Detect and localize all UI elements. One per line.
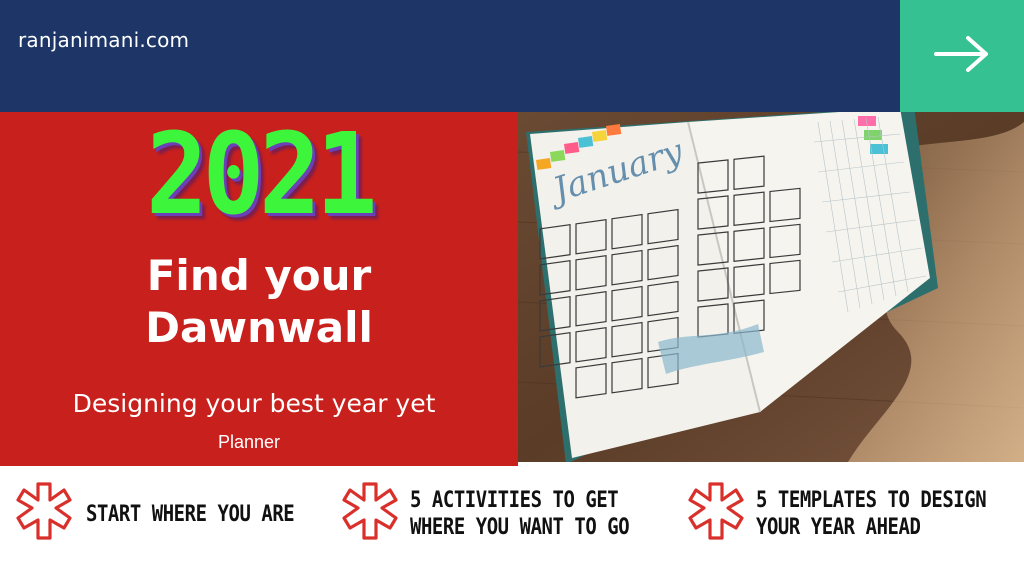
feature-text: 5 ACTIVITIES TO GET WHERE YOU WANT TO GO — [410, 487, 665, 541]
hero-year: 2021 — [145, 110, 378, 240]
feature-line1: 5 TEMPLATES TO DESIGN — [756, 488, 987, 513]
journal-photo: January — [518, 112, 1024, 462]
feature-item[interactable]: START WHERE YOU ARE — [12, 466, 328, 562]
feature-line1: 5 ACTIVITIES TO GET — [410, 488, 619, 513]
asterisk-icon — [684, 480, 748, 548]
feature-item[interactable]: 5 ACTIVITIES TO GET WHERE YOU WANT TO GO — [338, 466, 665, 562]
feature-strip: START WHERE YOU ARE 5 ACTIVITIES TO GET … — [0, 466, 1024, 562]
feature-line1: START WHERE YOU ARE — [86, 501, 295, 527]
feature-item[interactable]: 5 TEMPLATES TO DESIGN YOUR YEAR AHEAD — [684, 466, 1024, 562]
feature-text: START WHERE YOU ARE — [86, 501, 328, 528]
hero-panel: 2021 Find your Dawnwall Designing your b… — [0, 112, 518, 466]
hero-headline: Find your Dawnwall — [0, 250, 518, 354]
feature-line2: YOUR YEAR AHEAD — [756, 515, 921, 540]
site-name[interactable]: ranjanimani.com — [18, 28, 189, 52]
hero-subtitle: Designing your best year yet — [72, 389, 436, 418]
hero-tag: Planner — [217, 432, 281, 452]
next-button[interactable] — [900, 0, 1024, 112]
asterisk-icon — [338, 480, 402, 548]
hero-headline-line1: Find your — [146, 251, 372, 300]
feature-line2: WHERE YOU WANT TO GO — [410, 515, 630, 540]
hero-headline-line2: Dawnwall — [145, 303, 373, 352]
asterisk-icon — [12, 480, 76, 548]
feature-text: 5 TEMPLATES TO DESIGN YOUR YEAR AHEAD — [756, 487, 1024, 541]
arrow-right-icon — [932, 32, 992, 80]
header-bar: ranjanimani.com — [0, 0, 900, 112]
